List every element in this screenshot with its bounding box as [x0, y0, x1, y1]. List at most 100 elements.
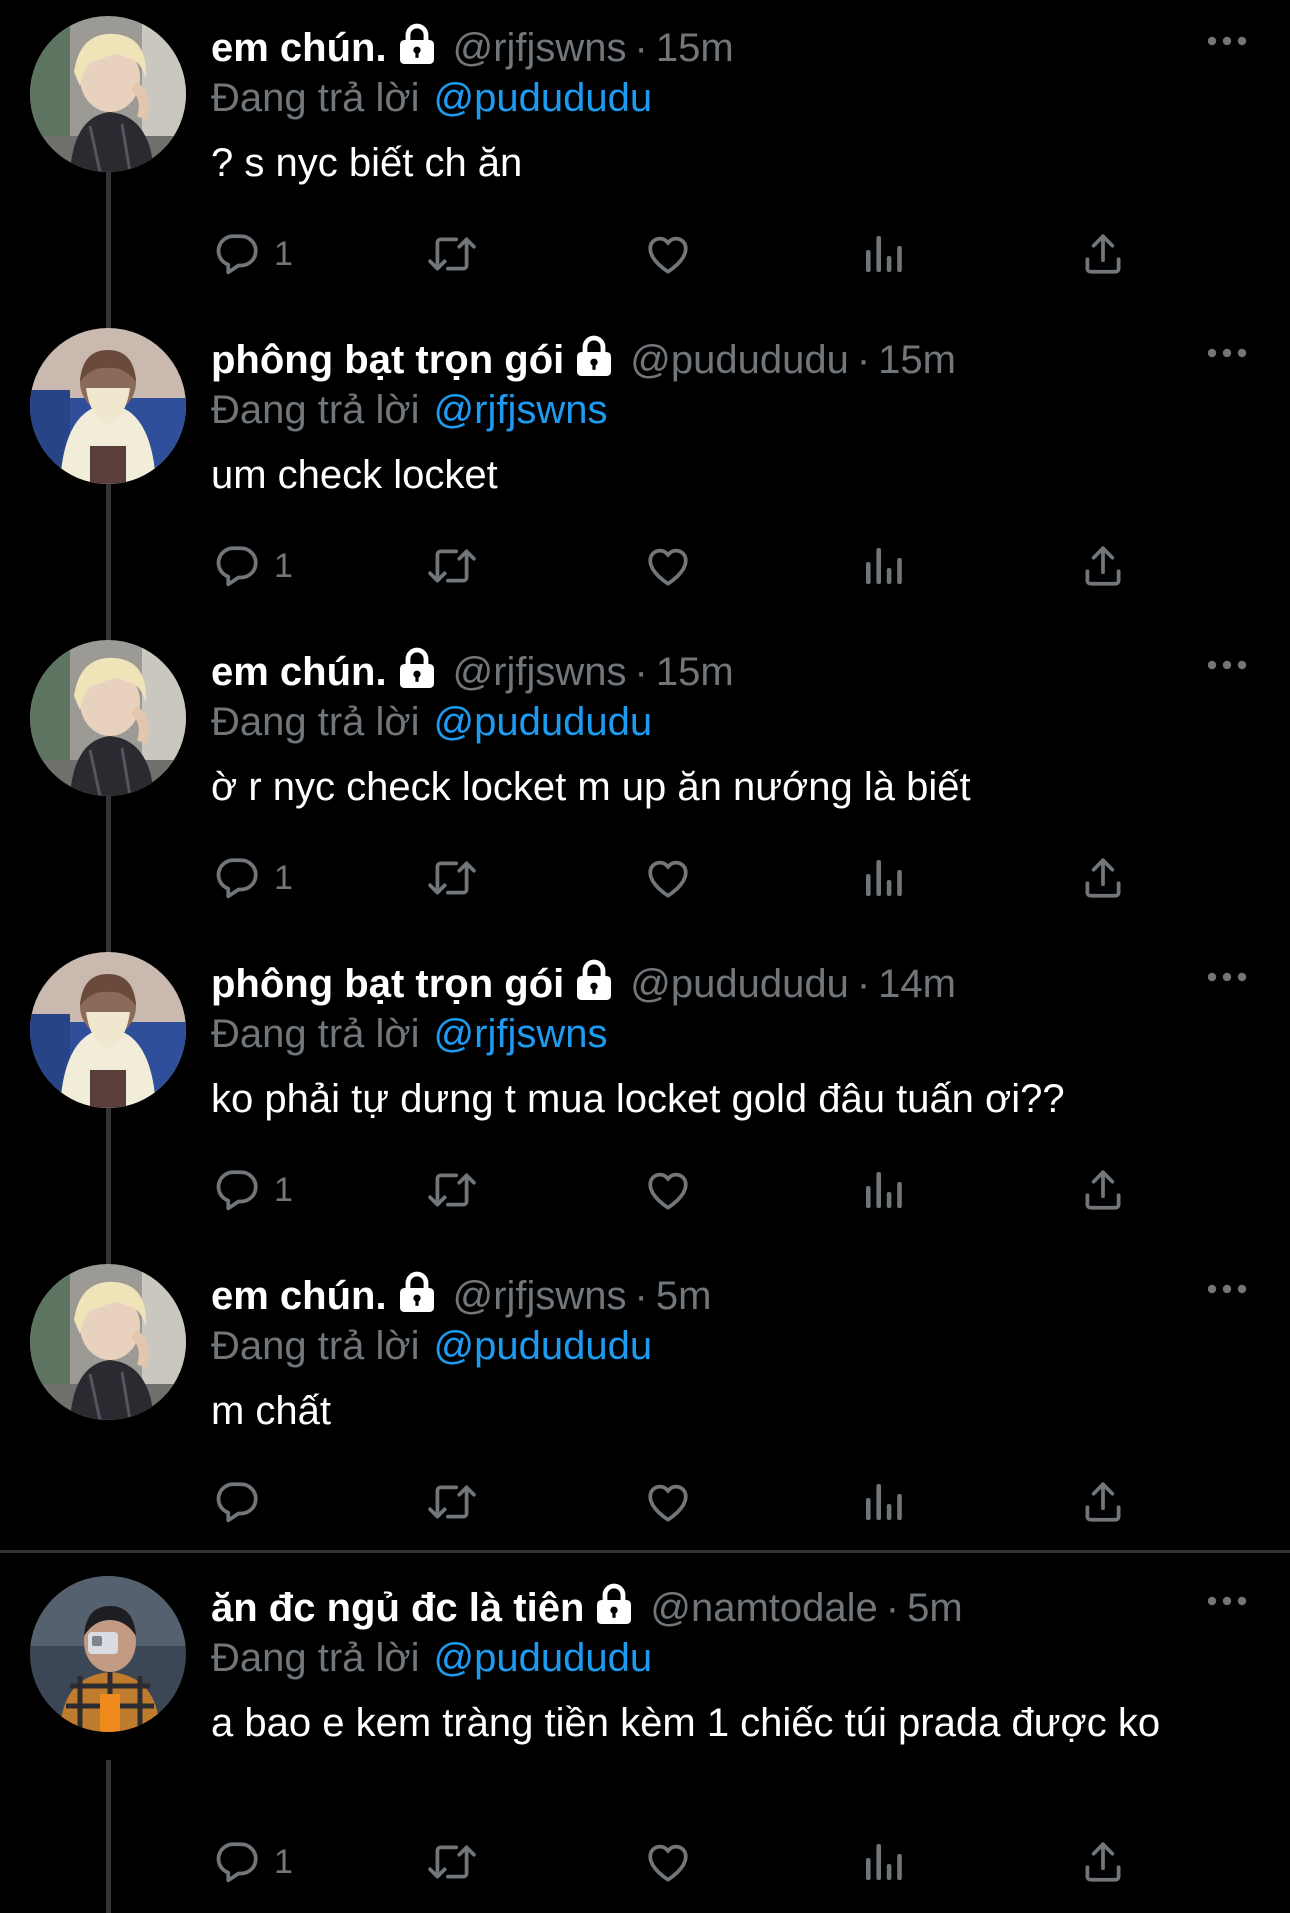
separator-dot: · — [856, 962, 871, 1006]
like-button[interactable] — [643, 541, 693, 591]
views-button[interactable] — [862, 229, 906, 279]
reply-button[interactable]: 1 — [212, 229, 293, 279]
tweet-text: ? s nyc biết ch ăn — [211, 141, 523, 185]
more-icon[interactable] — [1206, 1594, 1248, 1608]
user-handle[interactable]: @rjfjswns — [453, 26, 627, 70]
replying-to-handle[interactable]: @pudududu — [434, 700, 653, 744]
display-name[interactable]: ăn đc ngủ đc là tiên — [211, 1586, 584, 1630]
share-button[interactable] — [1078, 1165, 1128, 1215]
user-handle[interactable]: @namtodale — [650, 1586, 877, 1630]
display-name[interactable]: phông bạt trọn gói — [211, 962, 564, 1006]
more-icon[interactable] — [1206, 658, 1248, 672]
retweet-button[interactable] — [424, 853, 480, 903]
retweet-button[interactable] — [424, 1837, 480, 1887]
retweet-icon — [424, 229, 480, 279]
timestamp[interactable]: 15m — [878, 338, 956, 382]
timestamp[interactable]: 5m — [656, 1274, 712, 1318]
like-icon — [643, 1477, 693, 1527]
like-icon — [643, 541, 693, 591]
retweet-icon — [424, 1165, 480, 1215]
like-button[interactable] — [643, 1477, 693, 1527]
replying-to-handle[interactable]: @rjfjswns — [434, 1012, 608, 1056]
share-icon — [1078, 1165, 1128, 1215]
display-name[interactable]: em chún. — [211, 650, 387, 694]
tweet-text: a bao e kem tràng tiền kèm 1 chiếc túi p… — [211, 1701, 1161, 1745]
reply-icon — [212, 541, 262, 591]
user-handle[interactable]: @rjfjswns — [453, 1274, 627, 1318]
replying-to-label: Đang trả lời — [211, 388, 420, 432]
more-icon[interactable] — [1206, 34, 1248, 48]
avatar[interactable] — [30, 16, 186, 172]
replying-to-handle[interactable]: @pudududu — [434, 1324, 653, 1368]
avatar-image — [30, 1264, 186, 1420]
reply-icon — [212, 1837, 262, 1887]
views-icon — [862, 1165, 906, 1215]
avatar[interactable] — [30, 1264, 186, 1420]
retweet-button[interactable] — [424, 1165, 480, 1215]
more-icon[interactable] — [1206, 346, 1248, 360]
like-button[interactable] — [643, 229, 693, 279]
display-name[interactable]: em chún. — [211, 26, 387, 70]
timestamp[interactable]: 15m — [656, 26, 734, 70]
retweet-icon — [424, 1837, 480, 1887]
avatar[interactable] — [30, 952, 186, 1108]
share-button[interactable] — [1078, 853, 1128, 903]
avatar[interactable] — [30, 640, 186, 796]
share-button[interactable] — [1078, 229, 1128, 279]
user-handle[interactable]: @pudududu — [630, 962, 849, 1006]
reply-button[interactable]: 1 — [212, 853, 293, 903]
replying-to-handle[interactable]: @rjfjswns — [434, 388, 608, 432]
replying-to-handle[interactable]: @pudududu — [434, 76, 653, 120]
replying-to: Đang trả lời @pudududu — [211, 694, 652, 750]
timestamp[interactable]: 5m — [907, 1586, 963, 1630]
tweet-header: phông bạt trọn gói @pudududu · 15m — [211, 332, 956, 388]
user-handle[interactable]: @rjfjswns — [453, 650, 627, 694]
share-icon — [1078, 229, 1128, 279]
reply-count: 1 — [274, 546, 293, 585]
retweet-button[interactable] — [424, 1477, 480, 1527]
display-name[interactable]: phông bạt trọn gói — [211, 338, 564, 382]
reply-icon — [212, 853, 262, 903]
display-name[interactable]: em chún. — [211, 1274, 387, 1318]
timestamp[interactable]: 15m — [656, 650, 734, 694]
like-button[interactable] — [643, 1165, 693, 1215]
share-button[interactable] — [1078, 1837, 1128, 1887]
avatar-image — [30, 16, 186, 172]
reply-button[interactable]: 1 — [212, 1165, 293, 1215]
user-handle[interactable]: @pudududu — [630, 338, 849, 382]
avatar-image — [30, 952, 186, 1108]
separator-dot: · — [856, 338, 871, 382]
replying-to-label: Đang trả lời — [211, 700, 420, 744]
timestamp[interactable]: 14m — [878, 962, 956, 1006]
share-button[interactable] — [1078, 541, 1128, 591]
share-button[interactable] — [1078, 1477, 1128, 1527]
replying-to: Đang trả lời @pudududu — [211, 70, 652, 126]
avatar[interactable] — [30, 328, 186, 484]
more-icon[interactable] — [1206, 1282, 1248, 1296]
retweet-button[interactable] — [424, 229, 480, 279]
avatar-image — [30, 640, 186, 796]
separator-dot: · — [634, 1274, 648, 1318]
reply-icon — [212, 1165, 262, 1215]
action-bar — [0, 1477, 1290, 1527]
reply-button[interactable]: 1 — [212, 1837, 293, 1887]
retweet-icon — [424, 853, 480, 903]
replying-to: Đang trả lời @pudududu — [211, 1318, 652, 1374]
views-button[interactable] — [862, 1477, 906, 1527]
tweet: phông bạt trọn gói @pudududu · 14m Đang trả … — [0, 936, 1290, 1248]
tweet-header: em chún. @rjfjswns · 15m — [211, 644, 734, 700]
tweet-text: ko phải tự dưng t mua locket gold đâu tu… — [211, 1077, 1065, 1121]
views-button[interactable] — [862, 1837, 906, 1887]
views-button[interactable] — [862, 541, 906, 591]
retweet-button[interactable] — [424, 541, 480, 591]
reply-button[interactable] — [212, 1477, 274, 1527]
like-button[interactable] — [643, 853, 693, 903]
reply-button[interactable]: 1 — [212, 541, 293, 591]
avatar[interactable] — [30, 1576, 186, 1732]
tweet: ăn đc ngủ đc là tiên @namtodale · 5m Đang tr… — [0, 1560, 1290, 1913]
views-button[interactable] — [862, 1165, 906, 1215]
like-button[interactable] — [643, 1837, 693, 1887]
views-button[interactable] — [862, 853, 906, 903]
more-icon[interactable] — [1206, 970, 1248, 984]
replying-to-handle[interactable]: @pudududu — [434, 1636, 653, 1680]
